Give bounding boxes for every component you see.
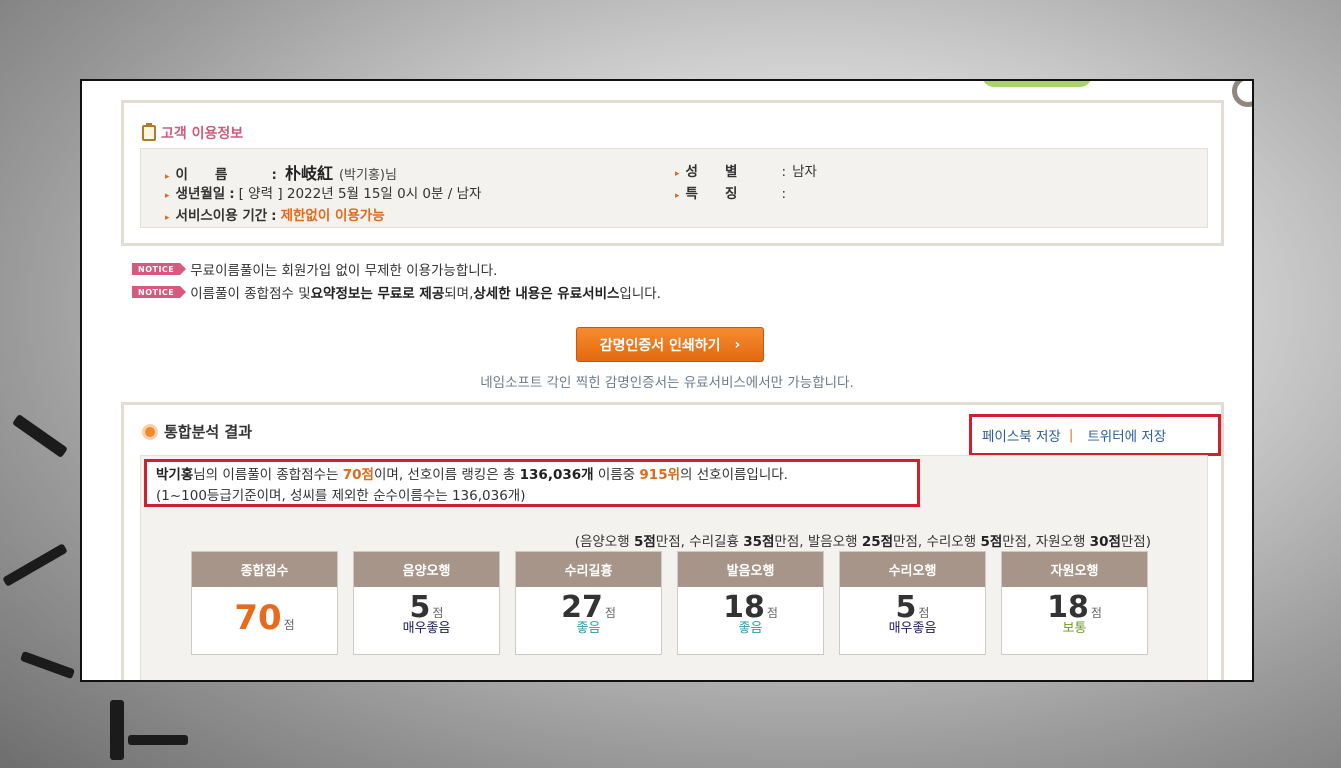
score-value: 70 [234,598,282,638]
bullet-icon: ▸ [675,169,680,179]
notice-free: NOTICE 무료이름풀이는 회원가입 없이 무제한 이용가능합니다. [132,259,497,279]
notice-text: 무료이름풀이는 회원가입 없이 무제한 이용가능합니다. [190,263,498,279]
period-row: ▸ 서비스이용 기간 : 제한없이 이용가능 [165,204,385,224]
name-row: ▸ 이 름 : 朴岐紅 (박기홍)님 [165,160,397,184]
feature-label: 특 징 [685,186,738,202]
background-stroke [2,543,68,587]
screenshot-frame: 고객 이용정보 ▸ 이 름 : 朴岐紅 (박기홍)님 ▸ 생년월일 : [ 양력… [80,79,1254,682]
background-stroke [110,700,124,760]
customer-info-title: 고객 이용정보 [142,123,243,143]
grade-label: 매우좋음 [888,621,937,636]
summary-area: 박기홍님의 이름풀이 종합점수는 70점이며, 선호이름 랭킹은 총 136,0… [140,455,1208,680]
bullet-icon: ▸ [165,172,170,182]
score-card-pronunciation: 발음오행 18 점 좋음 [677,551,824,655]
grade-label: 보통 [1062,621,1087,636]
birth-value: [ 양력 ] 2022년 5월 15일 0시 0분 / 남자 [238,186,482,202]
grade-label: 매우좋음 [402,621,451,636]
score-card-yinyang: 음양오행 5점 매우좋음 [353,551,500,655]
notice-badge: NOTICE [132,263,187,275]
bullet-icon: ▸ [675,191,680,201]
background-stroke [128,735,188,745]
notice-paid: NOTICE 이름풀이 종합점수 및 요약정보는 무료로 제공 되며, 상세한 … [132,282,661,302]
share-links: 페이스북 저장 | 트위터에 저장 [969,414,1221,456]
customer-info-panel: 고객 이용정보 ▸ 이 름 : 朴岐紅 (박기홍)님 ▸ 생년월일 : [ 양력… [121,100,1224,246]
share-separator: | [1068,427,1074,443]
score-card-total: 종합점수 70 점 [191,551,338,655]
decoration-leaf [982,81,1092,87]
gender-value: 남자 [792,164,817,180]
clipboard-icon [142,123,156,141]
summary-note: (1~100등급기준이며, 성씨를 제외한 순수이름수는 136,036개) [156,488,526,504]
twitter-save-link[interactable]: 트위터에 저장 [1087,425,1166,445]
gender-row: ▸ 성 별 : 남자 [675,160,817,180]
grade-label: 좋음 [738,621,763,636]
gender-label: 성 별 [685,164,738,180]
score-card-suri-gilhyung: 수리길흉 27 점 좋음 [515,551,662,655]
period-label: 서비스이용 기간 [175,208,268,224]
background-stroke [11,413,69,459]
target-icon [142,423,158,440]
result-panel: 통합분석 결과 페이스북 저장 | 트위터에 저장 박기홍님의 이름풀이 종합점… [121,402,1224,680]
name-label: 이 름 [175,167,228,183]
score-card-resource: 자원오행 18 점 보통 [1001,551,1148,655]
decoration-ring [1232,81,1252,107]
print-note: 네임소프트 각인 찍힌 감명인증서는 유료서비스에서만 가능합니다. [480,375,854,391]
feature-row: ▸ 특 징 : [675,182,792,202]
notice-badge: NOTICE [132,286,187,298]
customer-info-body: ▸ 이 름 : 朴岐紅 (박기홍)님 ▸ 생년월일 : [ 양력 ] 2022년… [140,148,1208,228]
birth-row: ▸ 생년월일 : [ 양력 ] 2022년 5월 15일 0시 0분 / 남자 [165,182,481,202]
score-legend: (음양오행 5점만점, 수리길흉 35점만점, 발음오행 25점만점, 수리오행… [574,534,1151,550]
name-hanja: 朴岐紅 [284,164,333,183]
facebook-save-link[interactable]: 페이스북 저장 [982,425,1061,445]
score-card-suri-ohaeng: 수리오행 5점 매우좋음 [839,551,986,655]
chevron-right-icon: › [734,336,741,353]
birth-label: 생년월일 [175,186,226,202]
background-stroke [19,650,76,680]
score-cards: 종합점수 70 점 음양오행 5점 매우좋음 수리길흉 27 점 좋음 발음오행… [191,551,1148,655]
print-certificate-button[interactable]: 감명인증서 인쇄하기 › [576,327,764,362]
grade-label: 좋음 [576,621,601,636]
result-title: 통합분석 결과 [142,421,252,442]
period-value: 제한없이 이용가능 [280,208,385,224]
bullet-icon: ▸ [165,191,170,201]
summary-text: 박기홍님의 이름풀이 종합점수는 70점이며, 선호이름 랭킹은 총 136,0… [144,459,920,507]
bullet-icon: ▸ [165,213,170,223]
name-hangul: (박기홍)님 [338,168,397,183]
